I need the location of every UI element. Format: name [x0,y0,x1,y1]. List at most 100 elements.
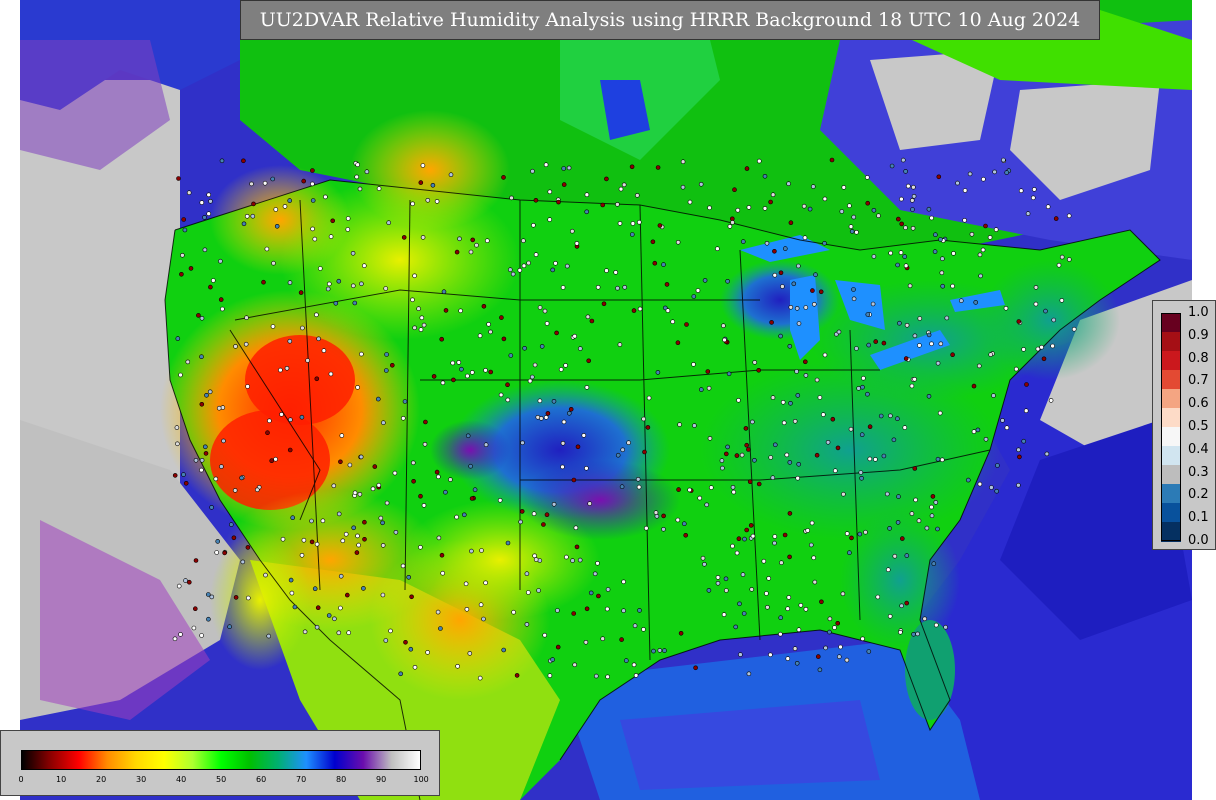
station-dot [704,502,710,508]
station-dot [541,522,546,527]
station-dot [183,480,189,486]
station-dot [917,343,922,348]
station-dot [801,203,807,209]
station-dot [287,338,293,344]
station-dot [317,266,323,271]
station-dot [851,214,857,220]
station-dot [346,630,352,636]
station-dot [991,393,996,398]
station-dot [479,548,484,553]
station-dot [443,489,448,495]
station-dot [380,543,386,548]
station-dot [269,458,275,464]
station-dot [383,368,389,373]
station-dot [664,282,670,287]
station-dot [1033,285,1039,290]
station-dot [762,174,768,179]
station-dot [932,249,938,254]
station-dot [536,588,541,593]
station-dot [505,397,511,403]
station-dot [532,553,537,559]
station-dot [245,384,250,389]
station-dot [731,489,737,495]
station-dot [735,207,741,213]
station-dot [511,609,516,615]
station-dot [768,652,773,658]
colorbar-label: 0.0 [1188,533,1209,548]
station-dot [844,657,850,663]
station-dot [561,166,567,171]
station-dot [178,632,183,637]
station-dot [861,375,866,381]
station-dot [825,439,831,445]
station-dot [782,532,788,538]
station-dot [581,433,587,438]
station-dot [787,554,792,560]
station-dot [677,422,682,427]
station-dot [215,539,220,544]
station-dot [900,157,906,163]
station-dot [213,476,219,482]
station-dot [619,484,625,490]
colorbar-tick: 90 [376,775,387,784]
station-dot [657,648,663,653]
station-dot [1018,188,1024,193]
station-dot [631,662,637,668]
station-dot [361,586,366,591]
station-dot [336,278,342,284]
station-dot [938,341,944,347]
station-dot [595,560,600,566]
station-dot [593,673,599,679]
station-dot [605,674,610,680]
station-dot [772,534,778,539]
station-dot [870,301,876,307]
station-dot [172,636,178,642]
station-dot [499,315,504,320]
station-dot [838,644,843,650]
station-dot [967,171,973,177]
station-dot [450,360,456,366]
station-dot [622,284,628,290]
station-dot [362,519,367,525]
station-dot [380,520,385,526]
station-dot [994,488,1000,494]
station-dot [876,213,881,218]
station-dot [521,238,526,243]
station-dot [778,615,784,621]
colorbar-tick: 20 [96,775,107,784]
station-dot [572,333,578,339]
station-dot [508,353,514,358]
station-dot [1032,187,1037,192]
station-dot [926,332,932,338]
station-dot [1039,344,1044,350]
station-dot [270,324,276,329]
station-dot [524,622,530,627]
station-dot [678,630,684,636]
station-dot [1071,326,1077,332]
station-dot [193,606,198,612]
station-dot [386,220,392,225]
station-dot [739,452,745,458]
station-dot [182,227,188,233]
station-dot [933,500,939,505]
station-dot [209,594,215,600]
station-dot [706,385,712,391]
station-dot [199,401,205,407]
station-dot [844,531,850,536]
station-dot [263,572,268,578]
station-dot [905,183,911,189]
station-dot [975,427,981,433]
station-dot [858,470,864,475]
station-dot [811,555,817,561]
station-dot [292,604,298,610]
station-dot [175,336,181,341]
station-dot [761,558,767,564]
station-dot [443,308,449,313]
station-dot [587,501,593,506]
station-dot [425,198,431,203]
station-dot [265,430,270,436]
colorbar-tick: 50 [216,775,227,784]
station-dot [188,266,194,271]
station-dot [637,306,643,312]
station-dot [969,232,975,237]
